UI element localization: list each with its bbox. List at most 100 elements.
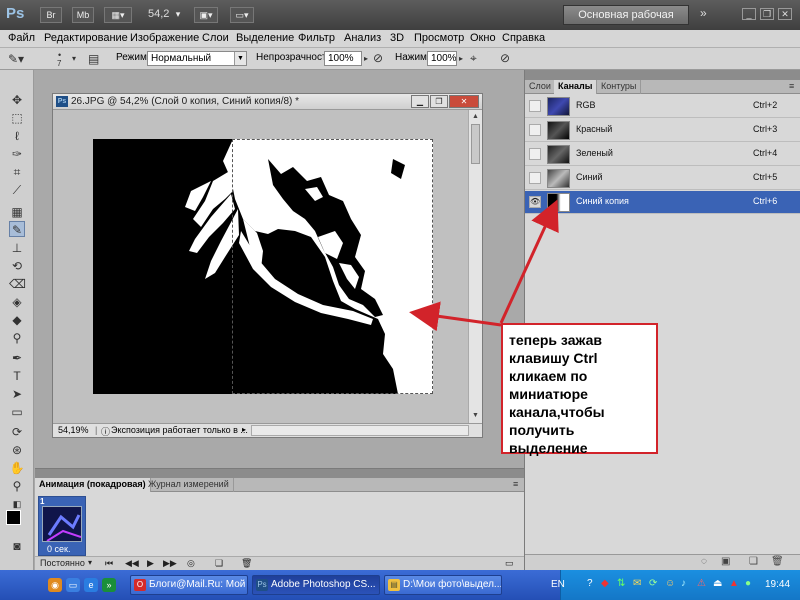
tray-app-icon[interactable]: ● — [745, 578, 751, 589]
tween-icon[interactable]: ◎ — [187, 558, 195, 569]
move-tool-icon[interactable]: ✥ — [9, 92, 25, 108]
restore-icon[interactable]: ❐ — [760, 8, 774, 20]
shape-tool-icon[interactable]: ▭ — [9, 404, 25, 420]
safely-remove-icon[interactable]: ⏏ — [713, 578, 722, 589]
flow-input[interactable]: 100% — [427, 51, 457, 66]
menu-image[interactable]: Изображение — [130, 32, 199, 44]
tray-app-icon[interactable]: ☺ — [665, 578, 675, 589]
visibility-toggle[interactable] — [529, 124, 541, 136]
tray-app-icon[interactable]: ▲ — [729, 578, 739, 589]
tablet-size-icon[interactable]: ⊘ — [500, 52, 510, 64]
menu-3d[interactable]: 3D — [390, 32, 404, 44]
visibility-toggle[interactable] — [529, 100, 541, 112]
pen-tool-icon[interactable]: ✒ — [9, 350, 25, 366]
first-frame-icon[interactable]: ⏮ — [105, 558, 113, 569]
help-icon[interactable]: ? — [587, 578, 593, 589]
menu-analysis[interactable]: Анализ — [344, 32, 381, 44]
channel-row-blue[interactable]: Синий Ctrl+5 — [525, 167, 800, 190]
tab-paths[interactable]: Контуры — [597, 80, 642, 94]
frame-duration[interactable]: 0 сек. — [47, 544, 70, 554]
arrange-documents-button[interactable]: ▣▾ — [194, 7, 218, 23]
tab-channels[interactable]: Каналы — [554, 80, 598, 94]
channel-thumbnail[interactable] — [547, 145, 570, 164]
clock[interactable]: 19:44 — [765, 579, 790, 590]
view-extras-button[interactable]: ▦▾ — [104, 7, 132, 23]
airbrush-icon[interactable]: ⌖ — [470, 52, 477, 64]
convert-timeline-icon[interactable]: ▭ — [505, 558, 514, 569]
panel-dock-bar[interactable] — [35, 469, 524, 478]
save-selection-icon[interactable]: ▣ — [721, 556, 730, 567]
status-menu-icon[interactable]: ▸ — [242, 425, 246, 434]
bridge-button[interactable]: Br — [40, 7, 62, 23]
hand-tool-icon[interactable]: ✋ — [9, 460, 25, 476]
zoom-tool-icon[interactable]: ⚲ — [9, 478, 25, 494]
next-frame-icon[interactable]: ▶▶ — [163, 558, 177, 569]
workspace-button[interactable]: Основная рабочая среда — [563, 5, 689, 39]
opacity-input[interactable]: 100% — [324, 51, 362, 66]
panel-dock-bar[interactable] — [525, 70, 800, 80]
visibility-toggle[interactable] — [529, 172, 541, 184]
channel-row-blue-copy[interactable]: 👁 Синий копия Ctrl+6 — [525, 191, 800, 214]
animation-frame[interactable]: 1 0 сек. — [38, 496, 86, 556]
task-explorer-folder[interactable]: ▤ D:\Мои фото\выдел... — [384, 575, 502, 595]
horizontal-scrollbar[interactable] — [251, 425, 469, 436]
menu-help[interactable]: Справка — [502, 32, 545, 44]
menu-layers[interactable]: Слои — [202, 32, 229, 44]
internet-explorer-icon[interactable]: e — [84, 578, 98, 592]
channel-thumbnail[interactable] — [547, 169, 570, 188]
tab-layers[interactable]: Слои — [525, 80, 556, 94]
task-mail-ru-blog[interactable]: O Блоги@Mail.Ru: Мой ... — [130, 575, 248, 595]
lasso-tool-icon[interactable]: ℓ — [9, 128, 25, 144]
load-selection-icon[interactable]: ◌ — [701, 556, 707, 567]
clone-stamp-tool-icon[interactable]: ⊥ — [9, 240, 25, 256]
brush-panel-icon[interactable]: ▤ — [88, 53, 99, 65]
eye-icon[interactable]: 👁 — [529, 196, 541, 208]
channel-row-green[interactable]: Зеленый Ctrl+4 — [525, 143, 800, 166]
menu-window[interactable]: Окно — [470, 32, 496, 44]
restore-icon[interactable]: ❐ — [430, 95, 448, 108]
channel-row-red[interactable]: Красный Ctrl+3 — [525, 119, 800, 142]
close-icon[interactable]: ✕ — [449, 95, 479, 108]
flow-dropdown-icon[interactable]: ▸ — [459, 53, 463, 65]
desktop-icon[interactable]: ▭ — [66, 578, 80, 592]
visibility-toggle[interactable] — [529, 148, 541, 160]
play-icon[interactable]: ▶ — [147, 558, 154, 569]
scroll-up-icon[interactable]: ▲ — [469, 110, 482, 123]
zoom-level[interactable]: 54,2 — [148, 8, 169, 20]
mode-select[interactable]: Нормальный ▼ — [147, 51, 247, 66]
tab-measurement-log[interactable]: Журнал измерений — [144, 478, 234, 492]
status-info-icon[interactable]: ⓘ — [101, 425, 110, 438]
channel-thumbnail[interactable] — [547, 121, 570, 140]
dodge-tool-icon[interactable]: ⚲ — [9, 330, 25, 346]
firefox-icon[interactable]: ◉ — [48, 578, 62, 592]
brush-dropdown-icon[interactable]: ▾ — [72, 53, 76, 65]
menu-select[interactable]: Выделение — [236, 32, 294, 44]
panel-menu-icon[interactable]: ≡ — [785, 80, 798, 94]
3d-orbit-tool-icon[interactable]: ⊛ — [9, 442, 25, 458]
zoom-dropdown-icon[interactable]: ▾ — [172, 7, 184, 23]
history-brush-tool-icon[interactable]: ⟲ — [9, 258, 25, 274]
menu-file[interactable]: Файл — [8, 32, 35, 44]
brush-tool-icon[interactable]: ✎▾ — [8, 53, 24, 65]
brush-size[interactable]: 7 — [57, 58, 61, 70]
eyedropper-tool-icon[interactable]: ⟋ — [9, 182, 25, 198]
previous-frame-icon[interactable]: ◀◀ — [125, 558, 139, 569]
eraser-tool-icon[interactable]: ⌫ — [9, 276, 26, 292]
double-chevron-right-icon[interactable]: » — [700, 6, 707, 20]
paint-bucket-tool-icon[interactable]: ◈ — [9, 294, 25, 310]
update-icon[interactable]: ⟳ — [649, 578, 657, 589]
duplicate-frame-icon[interactable]: ❏ — [215, 558, 223, 569]
channel-image[interactable] — [93, 139, 433, 394]
loop-dropdown-icon[interactable]: ▾ — [88, 558, 92, 567]
menu-view[interactable]: Просмотр — [414, 32, 464, 44]
antivirus-icon[interactable]: ◆ — [601, 578, 609, 589]
language-indicator[interactable]: EN — [551, 579, 565, 590]
channel-thumbnail[interactable] — [547, 97, 570, 116]
zoom-status[interactable]: 54,19% — [58, 425, 89, 435]
panel-menu-icon[interactable]: ≡ — [509, 478, 522, 492]
minimize-icon[interactable]: ▁ — [411, 95, 429, 108]
scroll-down-icon[interactable]: ▼ — [469, 409, 482, 422]
vertical-scrollbar[interactable]: ▲ ▼ — [468, 110, 482, 423]
new-channel-icon[interactable]: ❏ — [749, 556, 758, 567]
tab-animation[interactable]: Анимация (покадровая) — [35, 478, 151, 492]
